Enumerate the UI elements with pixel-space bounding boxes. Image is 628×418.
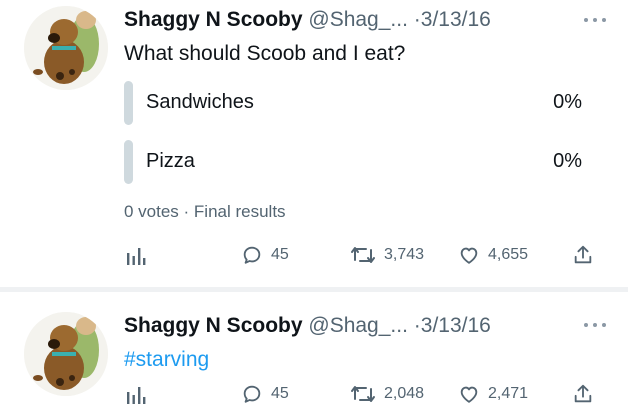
hashtag-link[interactable]: #starving: [124, 348, 209, 372]
share-icon: [574, 384, 592, 403]
like-button[interactable]: 4,655: [458, 240, 528, 270]
bar-chart-icon: [127, 387, 146, 404]
reply-count: 45: [271, 385, 289, 402]
reply-icon: [243, 246, 261, 264]
reply-button[interactable]: 45: [241, 240, 289, 270]
reply-button[interactable]: 45: [241, 379, 289, 409]
action-bar: 45 2,048 2,471: [124, 379, 598, 409]
poll-result-bar: [124, 140, 133, 184]
poll-option-percent: 0%: [553, 150, 582, 172]
separator-dot: ·: [413, 314, 421, 337]
poll-option-percent: 0%: [553, 91, 582, 113]
more-options-icon[interactable]: [584, 17, 606, 23]
retweet-button[interactable]: 3,743: [350, 240, 424, 270]
analytics-button[interactable]: [126, 240, 146, 270]
tweet[interactable]: Shaggy N Scooby @Shag_... ·3/13/16 #star…: [0, 292, 628, 418]
poll-result-bar: [124, 81, 133, 125]
retweet-count: 3,743: [384, 246, 425, 263]
reply-icon: [243, 385, 261, 403]
author-name[interactable]: Shaggy N Scooby: [124, 8, 303, 31]
like-count: 2,471: [488, 385, 529, 402]
like-count: 4,655: [488, 246, 529, 263]
tweet-date[interactable]: 3/13/16: [421, 8, 491, 31]
retweet-button[interactable]: 2,048: [350, 379, 424, 409]
retweet-icon: [351, 247, 375, 263]
poll-meta: 0 votes · Final results: [124, 202, 286, 221]
analytics-button[interactable]: [126, 379, 146, 409]
avatar[interactable]: [24, 6, 108, 90]
avatar[interactable]: [24, 312, 108, 396]
poll-option: Sandwiches 0%: [124, 81, 594, 125]
poll-option-label: Sandwiches: [146, 91, 254, 113]
avatar-image: [24, 312, 108, 396]
reply-count: 45: [271, 246, 289, 263]
author-handle[interactable]: @Shag_...: [308, 8, 408, 31]
tweet-text: What should Scoob and I eat?: [124, 42, 406, 65]
tweet-date[interactable]: 3/13/16: [421, 314, 491, 337]
author-name[interactable]: Shaggy N Scooby: [124, 314, 303, 337]
share-icon: [574, 245, 592, 264]
more-options-icon[interactable]: [584, 322, 606, 328]
retweet-icon: [351, 386, 375, 402]
like-button[interactable]: 2,471: [458, 379, 528, 409]
author-handle[interactable]: @Shag_...: [308, 314, 408, 337]
poll-option-label: Pizza: [146, 150, 195, 172]
share-button[interactable]: [572, 379, 594, 409]
share-button[interactable]: [572, 240, 594, 270]
heart-icon: [460, 386, 478, 403]
poll-option: Pizza 0%: [124, 140, 594, 184]
bar-chart-icon: [127, 248, 146, 265]
separator-dot: ·: [413, 8, 421, 31]
avatar-image: [24, 6, 108, 90]
tweet-header: Shaggy N Scooby @Shag_... ·3/13/16: [124, 8, 491, 32]
retweet-count: 2,048: [384, 385, 425, 402]
heart-icon: [460, 247, 478, 264]
action-bar: 45 3,743 4,655: [124, 240, 598, 270]
tweet[interactable]: Shaggy N Scooby @Shag_... ·3/13/16 What …: [0, 0, 628, 288]
tweet-header: Shaggy N Scooby @Shag_... ·3/13/16: [124, 314, 491, 338]
